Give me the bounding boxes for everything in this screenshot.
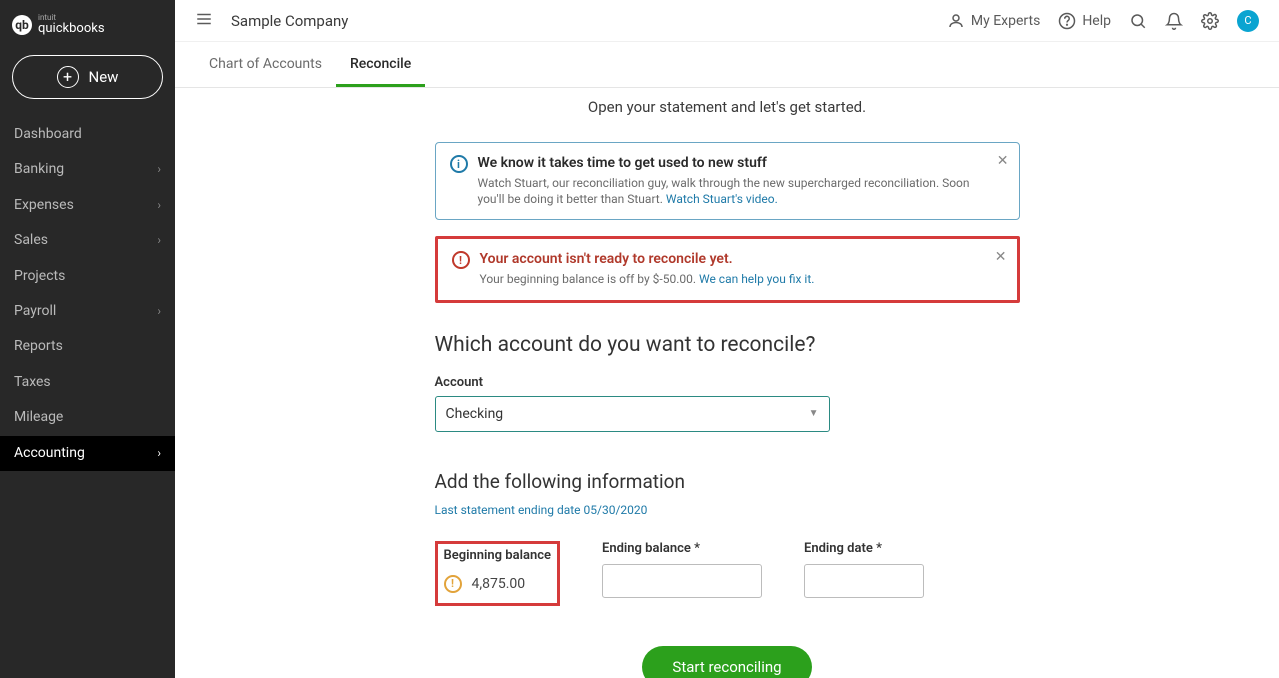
sidebar-item-mileage[interactable]: Mileage xyxy=(0,400,175,435)
chevron-right-icon: › xyxy=(157,163,161,176)
sidebar-item-label: Projects xyxy=(14,269,65,284)
chevron-right-icon: › xyxy=(157,199,161,212)
help-label: Help xyxy=(1082,13,1111,29)
ending-date-label: Ending date * xyxy=(804,541,924,556)
ending-date-input[interactable] xyxy=(804,564,924,598)
sidebar-item-label: Accounting xyxy=(14,446,85,461)
start-reconciling-button[interactable]: Start reconciling xyxy=(642,646,811,678)
sidebar-item-label: Taxes xyxy=(14,375,51,390)
fields-row: Beginning balance ! 4,875.00 Ending bala… xyxy=(435,541,1020,606)
beginning-balance-field: Beginning balance ! 4,875.00 xyxy=(435,541,561,606)
sidebar-item-label: Mileage xyxy=(14,410,63,425)
chevron-right-icon: › xyxy=(157,305,161,318)
chevron-down-icon: ▼ xyxy=(809,408,819,419)
sidebar-item-dashboard[interactable]: Dashboard xyxy=(0,117,175,152)
plus-icon: + xyxy=(57,66,79,88)
ending-balance-input[interactable] xyxy=(602,564,762,598)
logo[interactable]: qb intuit quickbooks xyxy=(0,8,175,45)
close-icon[interactable]: ✕ xyxy=(995,249,1007,265)
sidebar-item-label: Reports xyxy=(14,339,63,354)
sidebar-item-label: Banking xyxy=(14,162,64,177)
account-label: Account xyxy=(435,375,1020,390)
search-icon[interactable] xyxy=(1129,12,1147,30)
sidebar-item-expenses[interactable]: Expenses › xyxy=(0,188,175,223)
ending-date-field: Ending date * xyxy=(804,541,924,598)
chevron-right-icon: › xyxy=(157,234,161,247)
error-alert: ! Your account isn't ready to reconcile … xyxy=(435,236,1020,302)
info-alert: i We know it takes time to get used to n… xyxy=(435,142,1020,220)
topbar: Sample Company My Experts Help C xyxy=(175,0,1279,42)
sidebar-item-banking[interactable]: Banking › xyxy=(0,152,175,187)
content: Open your statement and let's get starte… xyxy=(175,88,1279,678)
info-alert-body: Watch Stuart, our reconciliation guy, wa… xyxy=(478,175,989,207)
tab-chart-of-accounts[interactable]: Chart of Accounts xyxy=(195,42,336,87)
ending-balance-label: Ending balance * xyxy=(602,541,762,556)
account-select-value: Checking xyxy=(446,406,504,422)
intro-text: Open your statement and let's get starte… xyxy=(588,88,866,142)
sidebar-item-payroll[interactable]: Payroll › xyxy=(0,294,175,329)
nav-list: Dashboard Banking › Expenses › Sales › Projects… xyxy=(0,117,175,471)
sidebar-item-label: Sales xyxy=(14,233,48,248)
ending-balance-field: Ending balance * xyxy=(602,541,762,598)
last-statement-link[interactable]: Last statement ending date 05/30/2020 xyxy=(435,503,648,517)
error-alert-link[interactable]: We can help you fix it. xyxy=(699,272,814,286)
sidebar-item-accounting[interactable]: Accounting › xyxy=(0,436,175,471)
avatar[interactable]: C xyxy=(1237,10,1259,32)
error-alert-body: Your beginning balance is off by $-50.00… xyxy=(480,271,815,287)
question-heading: Which account do you want to reconcile? xyxy=(435,333,1020,357)
info-alert-link[interactable]: Watch Stuart's video. xyxy=(666,192,778,206)
sidebar-item-label: Dashboard xyxy=(14,127,82,142)
sidebar-item-taxes[interactable]: Taxes xyxy=(0,365,175,400)
main: Sample Company My Experts Help C Chart o… xyxy=(175,0,1279,678)
chevron-right-icon: › xyxy=(157,447,161,460)
sidebar-item-label: Expenses xyxy=(14,198,74,213)
menu-icon[interactable] xyxy=(195,10,213,32)
tabs: Chart of AccountsReconcile xyxy=(175,42,1279,88)
sidebar-item-reports[interactable]: Reports xyxy=(0,329,175,364)
close-icon[interactable]: ✕ xyxy=(997,153,1009,169)
new-button[interactable]: + New xyxy=(12,55,163,99)
info-alert-title: We know it takes time to get used to new… xyxy=(478,155,989,171)
company-name[interactable]: Sample Company xyxy=(231,12,348,30)
error-icon: ! xyxy=(452,251,470,269)
warning-icon: ! xyxy=(444,575,462,593)
beginning-balance-label: Beginning balance xyxy=(444,548,552,563)
sidebar: qb intuit quickbooks + New Dashboard Bank… xyxy=(0,0,175,678)
error-alert-title: Your account isn't ready to reconcile ye… xyxy=(480,251,815,267)
sub-heading: Add the following information xyxy=(435,470,1020,493)
info-icon: i xyxy=(450,155,468,173)
tab-reconcile[interactable]: Reconcile xyxy=(336,42,425,87)
new-button-label: New xyxy=(89,68,119,86)
notifications-icon[interactable] xyxy=(1165,12,1183,30)
logo-text: intuit quickbooks xyxy=(38,14,105,35)
logo-icon: qb xyxy=(12,15,32,35)
beginning-balance-value: 4,875.00 xyxy=(472,576,526,592)
account-select[interactable]: Checking ▼ xyxy=(435,396,830,432)
my-experts-link[interactable]: My Experts xyxy=(947,12,1040,30)
sidebar-item-sales[interactable]: Sales › xyxy=(0,223,175,258)
sidebar-item-projects[interactable]: Projects xyxy=(0,259,175,294)
help-link[interactable]: Help xyxy=(1058,12,1111,30)
reconcile-form: Which account do you want to reconcile? … xyxy=(435,319,1020,678)
my-experts-label: My Experts xyxy=(971,13,1040,29)
settings-icon[interactable] xyxy=(1201,12,1219,30)
sidebar-item-label: Payroll xyxy=(14,304,56,319)
